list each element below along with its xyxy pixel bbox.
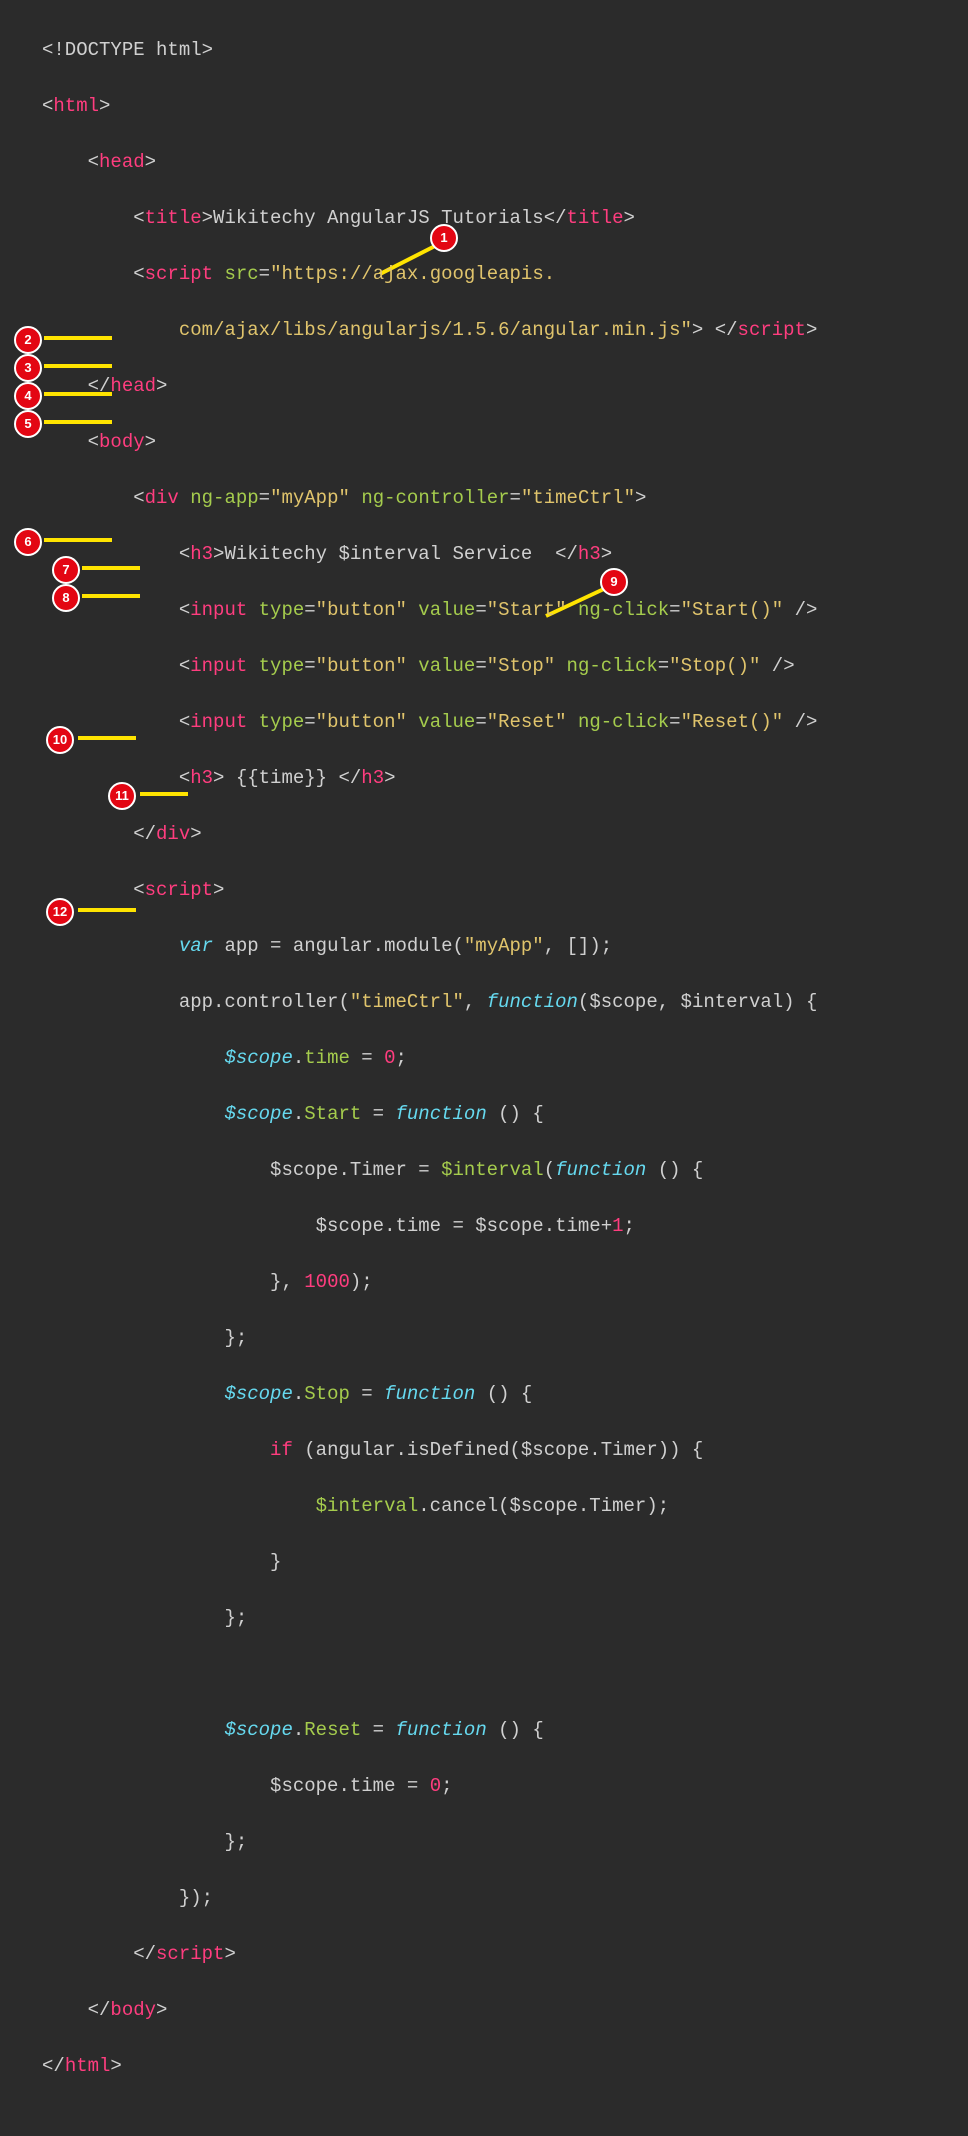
code-block: <!DOCTYPE html> <html> <head> <title>Wik… — [42, 8, 817, 2136]
line-23: }, 1000); — [42, 1268, 817, 1296]
line-30 — [42, 1660, 817, 1688]
line-27: $interval.cancel($scope.Timer); — [42, 1492, 817, 1520]
marker-6: 6 — [14, 528, 42, 556]
marker-11: 11 — [108, 782, 136, 810]
code-screenshot: 1 2 3 4 5 6 7 8 9 10 11 12 <!DOCTYPE htm… — [0, 0, 968, 1143]
line-26: if (angular.isDefined($scope.Timer)) { — [42, 1436, 817, 1464]
line-25: $scope.Stop = function () { — [42, 1380, 817, 1408]
line-29: }; — [42, 1604, 817, 1632]
line-9: <div ng-app="myApp" ng-controller="timeC… — [42, 484, 817, 512]
line-19: $scope.time = 0; — [42, 1044, 817, 1072]
marker-4: 4 — [14, 382, 42, 410]
line-31: $scope.Reset = function () { — [42, 1716, 817, 1744]
line-2: <html> — [42, 92, 817, 120]
line-14: <h3> {{time}} </h3> — [42, 764, 817, 792]
line-34: }); — [42, 1884, 817, 1912]
line-5: <script src="https://ajax.googleapis. — [42, 260, 817, 288]
line-35: </script> — [42, 1940, 817, 1968]
line-15: </div> — [42, 820, 817, 848]
line-7: </head> — [42, 372, 817, 400]
line-12: <input type="button" value="Stop" ng-cli… — [42, 652, 817, 680]
marker-2: 2 — [14, 326, 42, 354]
line-16: <script> — [42, 876, 817, 904]
line-37: </html> — [42, 2052, 817, 2080]
line-28: } — [42, 1548, 817, 1576]
line-36: </body> — [42, 1996, 817, 2024]
line-6: com/ajax/libs/angularjs/1.5.6/angular.mi… — [42, 316, 817, 344]
line-18: app.controller("timeCtrl", function($sco… — [42, 988, 817, 1016]
line-21: $scope.Timer = $interval(function () { — [42, 1156, 817, 1184]
line-32: $scope.time = 0; — [42, 1772, 817, 1800]
marker-12: 12 — [46, 898, 74, 926]
marker-3: 3 — [14, 354, 42, 382]
line-24: }; — [42, 1324, 817, 1352]
marker-8: 8 — [52, 584, 80, 612]
line-33: }; — [42, 1828, 817, 1856]
line-17: var app = angular.module("myApp", []); — [42, 932, 817, 960]
line-10: <h3>Wikitechy $interval Service </h3> — [42, 540, 817, 568]
line-11: <input type="button" value="Start" ng-cl… — [42, 596, 817, 624]
marker-5: 5 — [14, 410, 42, 438]
line-13: <input type="button" value="Reset" ng-cl… — [42, 708, 817, 736]
marker-9: 9 — [600, 568, 628, 596]
line-1: <!DOCTYPE html> — [42, 36, 817, 64]
line-22: $scope.time = $scope.time+1; — [42, 1212, 817, 1240]
marker-10: 10 — [46, 726, 74, 754]
line-8: <body> — [42, 428, 817, 456]
line-20: $scope.Start = function () { — [42, 1100, 817, 1128]
marker-7: 7 — [52, 556, 80, 584]
line-3: <head> — [42, 148, 817, 176]
line-4: <title>Wikitechy AngularJS Tutorials</ti… — [42, 204, 817, 232]
marker-1: 1 — [430, 224, 458, 252]
